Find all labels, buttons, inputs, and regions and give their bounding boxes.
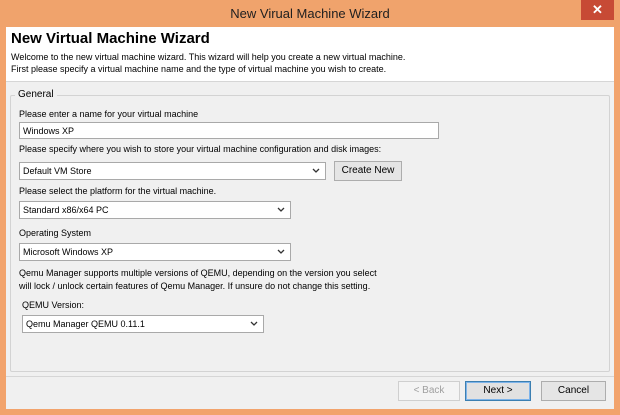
vm-name-input[interactable]: Windows XP xyxy=(19,122,439,139)
chevron-down-icon xyxy=(312,168,320,173)
wizard-window: New Virual Machine Wizard ✕ New Virtual … xyxy=(0,0,620,415)
chevron-down-icon xyxy=(277,249,285,254)
cancel-button[interactable]: Cancel xyxy=(541,381,606,401)
os-select[interactable]: Microsoft Windows XP xyxy=(19,243,291,261)
os-label: Operating System xyxy=(19,228,92,238)
wizard-description-line1: Welcome to the new virtual machine wizar… xyxy=(11,52,406,62)
chevron-down-icon xyxy=(250,321,258,326)
title-bar[interactable]: New Virual Machine Wizard ✕ xyxy=(0,0,620,27)
wizard-header: New Virtual Machine Wizard Welcome to th… xyxy=(6,27,614,82)
vm-store-select[interactable]: Default VM Store xyxy=(19,162,326,180)
os-value: Microsoft Windows XP xyxy=(23,247,114,257)
close-button[interactable]: ✕ xyxy=(581,0,614,20)
qemu-note-line1: Qemu Manager supports multiple versions … xyxy=(19,268,377,278)
back-button[interactable]: < Back xyxy=(398,381,460,401)
close-icon: ✕ xyxy=(592,2,603,17)
footer-divider xyxy=(6,376,614,377)
next-button[interactable]: Next > xyxy=(465,381,531,401)
vm-name-label: Please enter a name for your virtual mac… xyxy=(19,109,199,119)
wizard-heading: New Virtual Machine Wizard xyxy=(11,30,210,47)
platform-value: Standard x86/x64 PC xyxy=(23,205,109,215)
wizard-description: Welcome to the new virtual machine wizar… xyxy=(11,51,601,75)
general-group-label: General xyxy=(15,89,57,100)
platform-label: Please select the platform for the virtu… xyxy=(19,186,217,196)
create-new-button[interactable]: Create New xyxy=(334,161,402,181)
qemu-version-select[interactable]: Qemu Manager QEMU 0.11.1 xyxy=(22,315,264,333)
qemu-version-value: Qemu Manager QEMU 0.11.1 xyxy=(26,319,145,329)
qemu-version-label: QEMU Version: xyxy=(22,300,85,310)
wizard-description-line2: First please specify a virtual machine n… xyxy=(11,64,387,74)
qemu-note-line2: will lock / unlock certain features of Q… xyxy=(19,281,371,291)
platform-select[interactable]: Standard x86/x64 PC xyxy=(19,201,291,219)
window-bottom-border xyxy=(0,409,620,415)
wizard-client-area: New Virtual Machine Wizard Welcome to th… xyxy=(6,27,614,409)
window-title: New Virual Machine Wizard xyxy=(230,6,390,21)
vm-store-value: Default VM Store xyxy=(23,166,92,176)
vm-store-label: Please specify where you wish to store y… xyxy=(19,144,382,154)
chevron-down-icon xyxy=(277,207,285,212)
